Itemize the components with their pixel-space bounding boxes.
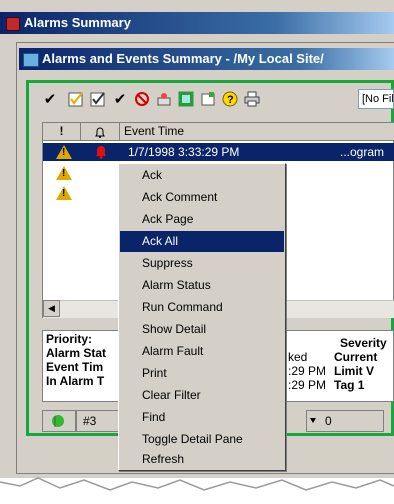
- status-count: #3: [76, 410, 120, 432]
- menu-item-suppress[interactable]: Suppress: [120, 253, 284, 274]
- ack-all-icon[interactable]: ✔: [110, 89, 130, 109]
- ack-page-icon[interactable]: [88, 89, 108, 109]
- row-event-time: 1/7/1998 3:33:29 PM: [128, 145, 240, 159]
- detail-in-alarm-label: In Alarm T: [46, 374, 105, 388]
- detail-tag1-label: Tag 1: [334, 378, 365, 392]
- column-event-time-header[interactable]: Event Time: [120, 123, 394, 141]
- detail-severity-label: Severity: [340, 336, 387, 350]
- menu-item-ack-page[interactable]: Ack Page: [120, 209, 284, 230]
- menu-item-print[interactable]: Print: [120, 363, 284, 384]
- column-priority-header[interactable]: !: [43, 123, 81, 141]
- svg-text:?: ?: [227, 94, 234, 106]
- help-icon[interactable]: ?: [220, 89, 240, 109]
- menu-item-toggle-detail-pane[interactable]: Toggle Detail Pane: [120, 429, 284, 450]
- menu-item-run-command[interactable]: Run Command: [120, 297, 284, 318]
- detail-priority-label: Priority:: [46, 332, 93, 346]
- detail-current-label: Current: [334, 350, 378, 364]
- alarm-status-icon[interactable]: [154, 89, 174, 109]
- detail-acked-value: ked: [288, 350, 308, 364]
- detail-alarm-time-value: :29 PM: [288, 378, 327, 392]
- suppress-icon[interactable]: [132, 89, 152, 109]
- menu-item-ack-comment[interactable]: Ack Comment: [120, 187, 284, 208]
- filter-select[interactable]: [No Filter]: [358, 89, 394, 109]
- outer-window-title: Alarms Summary: [24, 15, 131, 30]
- torn-edge-decoration: [0, 477, 394, 504]
- show-detail-icon[interactable]: [198, 89, 218, 109]
- warning-icon: [56, 186, 72, 200]
- bell-alarm-icon: [94, 145, 108, 162]
- menu-item-refresh[interactable]: Refresh: [120, 449, 284, 470]
- menu-item-show-detail[interactable]: Show Detail: [120, 319, 284, 340]
- menu-item-ack-all[interactable]: Ack All: [120, 231, 284, 252]
- detail-event-time-label: Event Tim: [46, 360, 104, 374]
- detail-alarm-state-label: Alarm Stat: [46, 346, 107, 360]
- ack-comment-icon[interactable]: [66, 89, 86, 109]
- status-ack-count: 0: [306, 410, 384, 432]
- column-bell-header[interactable]: [81, 123, 120, 141]
- menu-item-alarm-status[interactable]: Alarm Status: [120, 275, 284, 296]
- ack-icon[interactable]: ✔: [40, 89, 60, 109]
- warning-icon: [56, 166, 72, 180]
- scroll-left-arrow-icon[interactable]: ◀: [43, 300, 60, 317]
- warning-icon: [56, 145, 72, 159]
- flag-icon: [51, 414, 65, 434]
- summary-window-icon: [23, 53, 39, 67]
- print-icon[interactable]: [242, 89, 262, 109]
- arrow-down-icon: [310, 418, 316, 423]
- row-tail-text: ...ogram: [340, 145, 385, 159]
- status-flag-box: [42, 410, 76, 432]
- app-icon: [6, 17, 20, 31]
- menu-item-ack[interactable]: Ack: [120, 165, 284, 186]
- detail-limit-label: Limit V: [334, 364, 375, 378]
- menu-item-alarm-fault[interactable]: Alarm Fault: [120, 341, 284, 362]
- menu-item-clear-filter[interactable]: Clear Filter: [120, 385, 284, 406]
- menu-item-find[interactable]: Find: [120, 407, 284, 428]
- run-command-icon[interactable]: [176, 89, 196, 109]
- inner-window-title: Alarms and Events Summary - /My Local Si…: [42, 51, 324, 66]
- detail-event-time-value: :29 PM: [288, 364, 327, 378]
